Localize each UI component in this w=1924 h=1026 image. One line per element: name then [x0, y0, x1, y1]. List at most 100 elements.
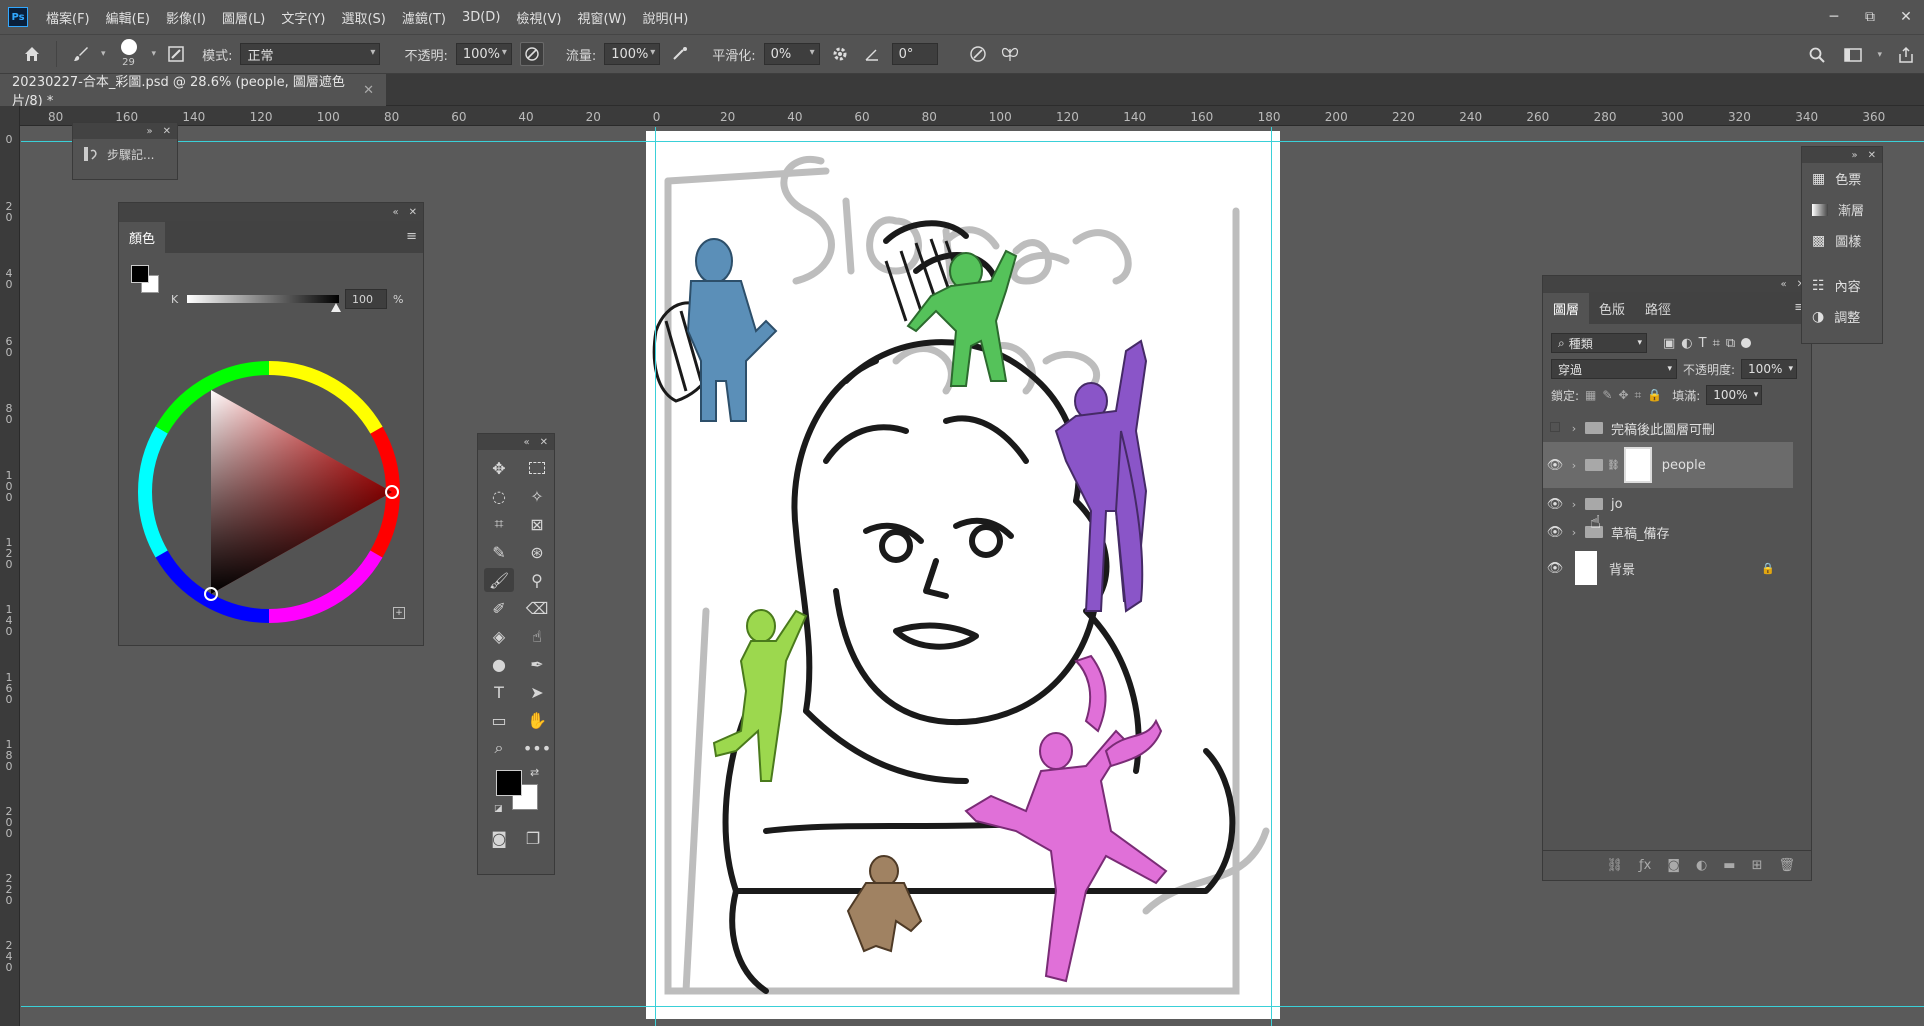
eye-icon[interactable]: 👁: [1543, 497, 1567, 512]
panel-menu-icon[interactable]: ≡: [406, 229, 417, 244]
pressure-opacity-icon[interactable]: [519, 42, 544, 66]
angle-field[interactable]: 0°: [891, 43, 938, 65]
eye-icon[interactable]: 👁: [1543, 525, 1567, 540]
filter-smart-object-icon[interactable]: ⧉: [1726, 336, 1735, 351]
ruler-top[interactable]: 80 160 140 120 100 80 60 40 20 0 20 40 60 80 100 120 140…: [20, 106, 1924, 126]
color-wheel[interactable]: [134, 357, 404, 627]
expand-icon[interactable]: »: [146, 126, 152, 137]
swatches-panel-button[interactable]: ▦ 色票: [1802, 163, 1882, 194]
more-tools-icon[interactable]: •••: [522, 736, 552, 760]
gear-icon[interactable]: [828, 42, 852, 66]
crop-tool-icon[interactable]: ⌗: [484, 512, 514, 536]
add-swatch-icon[interactable]: +: [393, 607, 405, 619]
mode-select[interactable]: 正常 ▾: [240, 43, 381, 65]
workspace-icon[interactable]: [1841, 43, 1865, 67]
patterns-panel-button[interactable]: ▩ 圖樣: [1802, 225, 1882, 256]
close-panel-icon[interactable]: ✕: [409, 207, 417, 218]
layer-row[interactable]: › 完稿後此圖層可刪: [1543, 414, 1793, 442]
search-icon[interactable]: [1805, 43, 1829, 67]
close-panel-icon[interactable]: ✕: [540, 437, 548, 448]
filter-toggle-icon[interactable]: [1741, 338, 1752, 348]
menu-filter[interactable]: 濾鏡(T): [394, 8, 454, 27]
visibility-toggle[interactable]: [1543, 421, 1567, 436]
flow-field[interactable]: 100% ▾: [604, 43, 661, 65]
default-colors-icon[interactable]: ◪: [494, 804, 503, 814]
home-icon[interactable]: [20, 42, 44, 66]
k-slider-handle[interactable]: [331, 303, 341, 312]
collapse-icon[interactable]: «: [1780, 279, 1786, 290]
tab-paths[interactable]: 路徑: [1635, 293, 1681, 324]
swap-colors-icon[interactable]: ⇄: [530, 766, 539, 779]
brush-settings-icon[interactable]: [164, 42, 188, 66]
add-mask-icon[interactable]: ◙: [1667, 858, 1680, 873]
menu-type[interactable]: 文字(Y): [273, 8, 333, 27]
ruler-left[interactable]: 0 20 40 60 80 100 120 140 160 180 200 220 240: [0, 106, 20, 1026]
eye-icon[interactable]: 👁: [1543, 458, 1567, 473]
chevron-down-icon[interactable]: ▾: [152, 49, 157, 59]
brush-preset-picker[interactable]: 29: [114, 37, 144, 71]
chevron-down-icon[interactable]: ▾: [1877, 50, 1882, 60]
hand-tool-icon[interactable]: ✋: [522, 708, 552, 732]
airbrush-icon[interactable]: [668, 42, 692, 66]
fill-field[interactable]: 100% ▾: [1706, 385, 1763, 405]
guide-vertical[interactable]: [1271, 127, 1272, 1026]
screen-mode-icon[interactable]: ❐: [518, 826, 548, 850]
dodge-icon[interactable]: ●: [484, 652, 514, 676]
eyedropper-icon[interactable]: ✎: [484, 540, 514, 564]
marquee-tool-icon[interactable]: [522, 456, 552, 480]
lock-transparency-icon[interactable]: ▦: [1585, 388, 1596, 402]
brush-tool-icon[interactable]: [69, 42, 93, 66]
pen-tool-icon[interactable]: ✒: [522, 652, 552, 676]
tab-color[interactable]: 顏色: [119, 222, 166, 253]
properties-panel-button[interactable]: ☷ 內容: [1802, 270, 1882, 301]
filter-type-icon[interactable]: T: [1699, 336, 1707, 351]
clone-stamp-icon[interactable]: ⚲: [522, 568, 552, 592]
opacity-field[interactable]: 100% ▾: [455, 43, 512, 65]
expand-group-icon[interactable]: ›: [1567, 459, 1581, 472]
rectangle-tool-icon[interactable]: ▭: [484, 708, 514, 732]
close-button[interactable]: ✕: [1888, 0, 1924, 34]
move-tool-icon[interactable]: ✥: [484, 456, 514, 480]
type-tool-icon[interactable]: T: [484, 680, 514, 704]
menu-window[interactable]: 視窗(W): [569, 8, 634, 27]
close-panel-icon[interactable]: ✕: [1868, 150, 1876, 161]
expand-group-icon[interactable]: ›: [1567, 422, 1581, 435]
eraser-icon[interactable]: ⌫: [522, 596, 552, 620]
restore-button[interactable]: ⧉: [1852, 0, 1888, 34]
menu-3d[interactable]: 3D(D): [454, 10, 508, 25]
expand-group-icon[interactable]: ›: [1567, 526, 1581, 539]
layer-mask-thumbnail[interactable]: [1623, 447, 1652, 483]
foreground-color-swatch[interactable]: [131, 265, 149, 283]
share-icon[interactable]: [1894, 43, 1918, 67]
lock-pixels-icon[interactable]: ✎: [1602, 388, 1612, 402]
expand-group-icon[interactable]: ›: [1567, 498, 1581, 511]
lock-position-icon[interactable]: ✥: [1618, 388, 1628, 402]
collapse-icon[interactable]: «: [523, 437, 529, 448]
pressure-size-icon[interactable]: [966, 42, 990, 66]
smudge-icon[interactable]: ☝: [522, 624, 552, 648]
new-group-icon[interactable]: ▬: [1723, 858, 1735, 873]
smoothing-field[interactable]: 0% ▾: [763, 43, 820, 65]
layer-row[interactable]: 👁 › 草稿_備存: [1543, 518, 1793, 546]
spot-healing-icon[interactable]: ⊛: [522, 540, 552, 564]
link-icon[interactable]: ⛓: [1607, 460, 1620, 471]
close-panel-icon[interactable]: ✕: [163, 126, 171, 137]
layer-row[interactable]: 👁 背景 🔒: [1543, 548, 1793, 588]
lasso-tool-icon[interactable]: ◌: [484, 484, 514, 508]
lock-artboard-icon[interactable]: ⌗: [1635, 388, 1642, 403]
quick-mask-icon[interactable]: ◙: [484, 826, 514, 850]
eye-icon[interactable]: 👁: [1543, 561, 1567, 576]
history-brush-icon[interactable]: ✐: [484, 596, 514, 620]
filter-shape-icon[interactable]: ⌗: [1713, 336, 1720, 351]
photoshop-logo[interactable]: Ps: [8, 7, 28, 27]
menu-file[interactable]: 檔案(F): [38, 8, 98, 27]
layer-opacity-field[interactable]: 100% ▾: [1741, 359, 1798, 379]
layer-row[interactable]: 👁 › jo: [1543, 490, 1793, 518]
k-value-field[interactable]: 100: [345, 289, 387, 309]
link-layers-icon[interactable]: ⛓: [1607, 858, 1624, 873]
menu-edit[interactable]: 編輯(E): [98, 8, 158, 27]
filter-adjustment-icon[interactable]: ◐: [1681, 336, 1692, 351]
collapse-icon[interactable]: «: [392, 207, 398, 218]
menu-view[interactable]: 檢視(V): [508, 8, 569, 27]
tab-channels[interactable]: 色版: [1589, 293, 1635, 324]
